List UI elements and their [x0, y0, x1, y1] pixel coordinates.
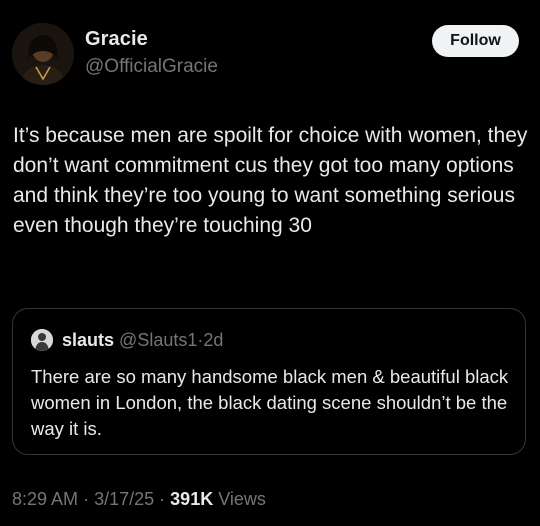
quoted-author-name[interactable]: slauts [62, 330, 114, 350]
quoted-post[interactable]: slauts @Slauts1·2d There are so many han… [12, 308, 526, 455]
author-handle[interactable]: @OfficialGracie [85, 56, 218, 78]
quoted-post-text: There are so many handsome black men & b… [31, 366, 509, 439]
views-label: Views [218, 489, 266, 509]
profile-photo-icon [31, 329, 53, 351]
post-time[interactable]: 8:29 AM [12, 489, 78, 509]
meta-separator: · [159, 489, 166, 509]
quoted-post-header: slauts @Slauts1·2d [62, 330, 223, 351]
author-avatar[interactable] [12, 23, 74, 85]
post: Gracie @OfficialGracie Follow It’s becau… [0, 0, 540, 526]
views-count[interactable]: 391K [170, 489, 213, 509]
author-display-name[interactable]: Gracie [85, 28, 148, 51]
meta-separator: · [83, 489, 90, 509]
post-date[interactable]: 3/17/25 [94, 489, 154, 509]
follow-button[interactable]: Follow [432, 25, 519, 57]
quoted-author-handle[interactable]: @Slauts1 [119, 330, 197, 350]
post-text: It’s because men are spoilt for choice w… [13, 124, 528, 237]
profile-photo-icon [12, 23, 74, 85]
quoted-post-age[interactable]: 2d [203, 330, 223, 350]
post-metadata: 8:29 AM · 3/17/25 · 391K Views [12, 489, 266, 510]
quoted-author-avatar[interactable] [31, 329, 53, 351]
